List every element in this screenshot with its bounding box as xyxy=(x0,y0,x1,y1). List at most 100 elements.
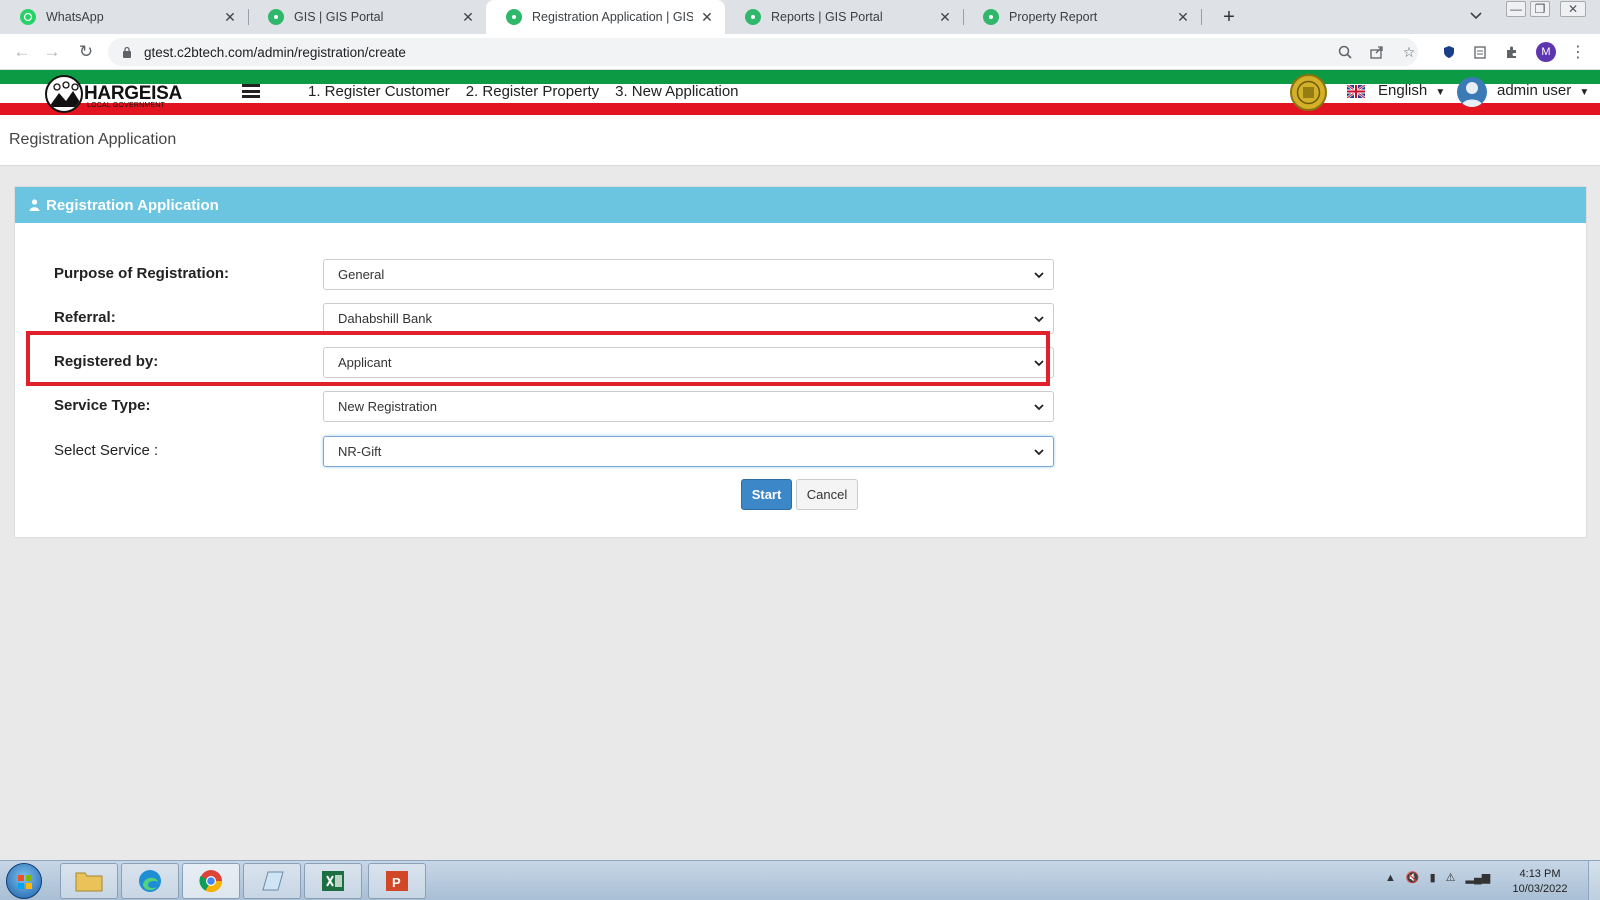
show-desktop-button[interactable] xyxy=(1588,861,1600,900)
language-label: English xyxy=(1378,82,1428,99)
caret-down-icon: ▼ xyxy=(1435,87,1446,98)
gis-portal-icon xyxy=(506,9,522,25)
reload-icon[interactable]: ↻ xyxy=(74,40,98,64)
header-nav: 1. Register Customer 2. Register Propert… xyxy=(308,83,739,100)
close-icon[interactable]: ✕ xyxy=(1175,9,1191,25)
tab-title: GIS | GIS Portal xyxy=(294,10,384,24)
notepad-icon[interactable] xyxy=(243,863,301,899)
hamburger-menu-icon[interactable] xyxy=(242,84,260,98)
more-menu-icon[interactable]: ⋮ xyxy=(1570,42,1586,62)
header-red-stripe xyxy=(0,103,1600,115)
chevron-down-icon xyxy=(1034,272,1044,279)
user-menu-dropdown[interactable]: admin user ▼ xyxy=(1497,82,1589,99)
logo-emblem-icon xyxy=(45,75,83,113)
windows-start-icon[interactable] xyxy=(6,863,42,899)
government-seal-icon xyxy=(1290,74,1327,111)
tab-title: Reports | GIS Portal xyxy=(771,10,883,24)
browser-toolbar: ← → ↻ gtest.c2btech.com/admin/registrati… xyxy=(0,34,1600,70)
battery-icon[interactable]: ▮ xyxy=(1430,871,1436,884)
url-text: gtest.c2btech.com/admin/registration/cre… xyxy=(144,44,406,60)
windows-taskbar: P ▲ 🔇 ▮ ⚠ ▂▄▆ 4:13 PM 10/03/2022 xyxy=(0,860,1600,900)
network-error-icon[interactable]: ⚠ xyxy=(1446,871,1456,884)
chevron-down-icon xyxy=(1034,316,1044,323)
close-window-icon[interactable]: ✕ xyxy=(1560,1,1586,17)
panel-heading: Registration Application xyxy=(15,187,1586,223)
chevron-down-icon[interactable] xyxy=(1470,8,1482,23)
purpose-select[interactable]: General xyxy=(323,259,1054,290)
highlight-annotation xyxy=(26,331,1050,386)
user-name-label: admin user xyxy=(1497,82,1572,99)
service-type-select[interactable]: New Registration xyxy=(323,391,1054,422)
new-tab-button[interactable]: + xyxy=(1217,5,1241,29)
header-green-stripe xyxy=(0,70,1600,84)
chevron-down-icon xyxy=(1034,404,1044,411)
back-arrow-icon[interactable]: ← xyxy=(10,40,34,64)
close-icon[interactable]: ✕ xyxy=(699,9,715,25)
app-header: HARGEISA LOCAL GOVERNMENT 1. Register Cu… xyxy=(0,70,1600,116)
volume-muted-icon[interactable]: 🔇 xyxy=(1406,871,1420,884)
bookmark-star-icon[interactable]: ☆ xyxy=(1400,43,1418,61)
purpose-value: General xyxy=(338,267,385,282)
user-avatar[interactable] xyxy=(1457,77,1487,107)
chrome-icon[interactable] xyxy=(182,863,240,899)
gis-portal-icon xyxy=(268,9,284,25)
uk-flag-icon xyxy=(1347,85,1365,98)
start-button[interactable]: Start xyxy=(741,479,792,510)
profile-avatar[interactable]: M xyxy=(1536,42,1556,62)
nav-register-customer[interactable]: 1. Register Customer xyxy=(308,83,450,100)
excel-icon[interactable] xyxy=(304,863,362,899)
forward-arrow-icon[interactable]: → xyxy=(40,40,64,64)
tab-gis-portal[interactable]: GIS | GIS Portal ✕ xyxy=(248,0,486,34)
signal-icon[interactable]: ▂▄▆ xyxy=(1466,871,1491,884)
extension-shield-icon[interactable] xyxy=(1440,43,1458,61)
tab-whatsapp[interactable]: WhatsApp ✕ xyxy=(0,0,248,34)
tab-title: WhatsApp xyxy=(46,10,104,24)
powerpoint-icon[interactable]: P xyxy=(368,863,426,899)
select-service-label: Select Service : xyxy=(54,442,159,459)
system-tray: ▲ 🔇 ▮ ⚠ ▂▄▆ xyxy=(1385,871,1491,885)
share-icon[interactable] xyxy=(1368,43,1386,61)
form-row-purpose: Purpose of Registration: General xyxy=(54,259,1054,291)
close-icon[interactable]: ✕ xyxy=(937,9,953,25)
tab-title: Registration Application | GIS Po xyxy=(532,10,693,24)
form-row-service-type: Service Type: New Registration xyxy=(54,391,1054,423)
hargeisa-logo[interactable]: HARGEISA LOCAL GOVERNMENT xyxy=(45,74,182,114)
browser-tabstrip: WhatsApp ✕ GIS | GIS Portal ✕ Registrati… xyxy=(0,0,1600,34)
nav-register-property[interactable]: 2. Register Property xyxy=(466,83,599,100)
zoom-icon[interactable] xyxy=(1336,43,1354,61)
taskbar-clock[interactable]: 4:13 PM 10/03/2022 xyxy=(1505,867,1575,897)
whatsapp-icon xyxy=(20,9,36,25)
logo-text: HARGEISA xyxy=(84,83,182,104)
referral-select[interactable]: Dahabshill Bank xyxy=(323,303,1054,334)
clipboard-icon[interactable] xyxy=(1471,43,1489,61)
language-dropdown[interactable]: English ▼ xyxy=(1378,82,1445,99)
service-type-value: New Registration xyxy=(338,399,437,414)
close-icon[interactable]: ✕ xyxy=(222,9,238,25)
tab-registration-application[interactable]: Registration Application | GIS Po ✕ xyxy=(486,0,725,34)
purpose-label: Purpose of Registration: xyxy=(54,265,230,282)
logo-subtext: LOCAL GOVERNMENT xyxy=(87,102,166,109)
restore-icon[interactable]: ❐ xyxy=(1530,1,1550,17)
tab-property-report[interactable]: Property Report ✕ xyxy=(963,0,1201,34)
nav-new-application[interactable]: 3. New Application xyxy=(615,83,738,100)
close-icon[interactable]: ✕ xyxy=(460,9,476,25)
minimize-icon[interactable]: — xyxy=(1506,1,1526,17)
svg-text:P: P xyxy=(392,875,401,890)
lock-icon xyxy=(123,46,131,58)
select-service-select[interactable]: NR-Gift xyxy=(323,436,1054,467)
form-row-select-service: Select Service : NR-Gift xyxy=(54,436,1054,468)
file-explorer-icon[interactable] xyxy=(60,863,118,899)
service-type-label: Service Type: xyxy=(54,397,151,414)
panel-title: Registration Application xyxy=(46,196,219,214)
tray-expand-icon[interactable]: ▲ xyxy=(1385,872,1396,884)
referral-value: Dahabshill Bank xyxy=(338,311,432,326)
clock-time: 4:13 PM xyxy=(1519,868,1561,880)
edge-icon[interactable] xyxy=(121,863,179,899)
gis-portal-icon xyxy=(983,9,999,25)
extensions-puzzle-icon[interactable] xyxy=(1503,43,1521,61)
tab-reports[interactable]: Reports | GIS Portal ✕ xyxy=(725,0,963,34)
address-bar[interactable]: gtest.c2btech.com/admin/registration/cre… xyxy=(108,38,1418,66)
user-icon xyxy=(29,199,40,211)
cancel-button[interactable]: Cancel xyxy=(796,479,858,510)
gis-portal-icon xyxy=(745,9,761,25)
